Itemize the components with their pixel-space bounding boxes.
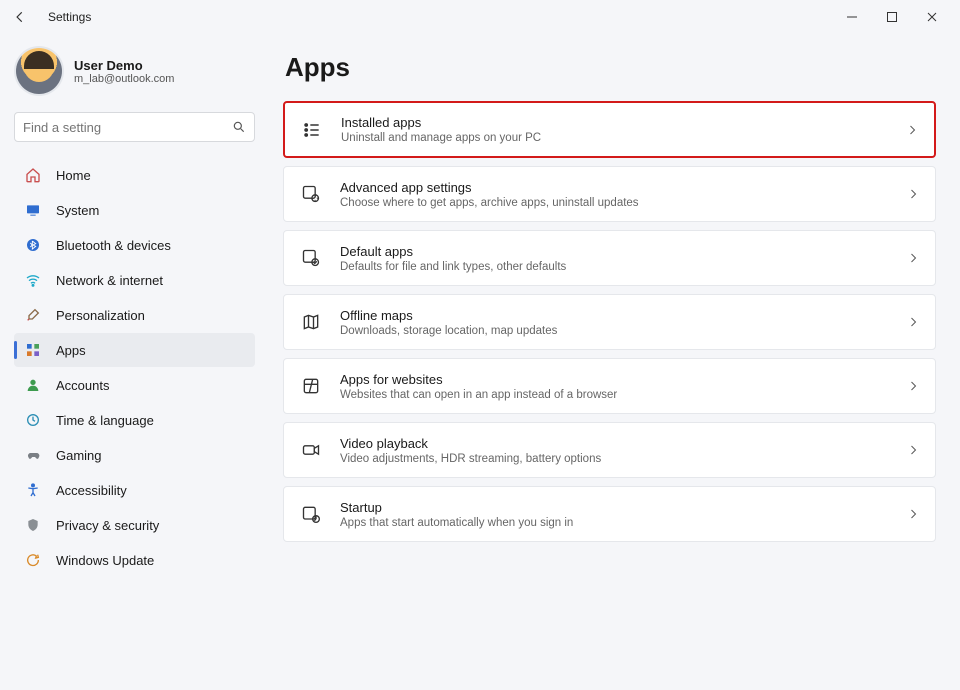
sidebar-item-gaming[interactable]: Gaming [14, 438, 255, 472]
card-default-apps[interactable]: Default apps Defaults for file and link … [283, 230, 936, 286]
user-email: m_lab@outlook.com [74, 73, 174, 85]
sidebar-item-privacy[interactable]: Privacy & security [14, 508, 255, 542]
card-subtitle: Websites that can open in an app instead… [340, 389, 617, 401]
chevron-right-icon [907, 508, 919, 520]
sidebar-item-accounts[interactable]: Accounts [14, 368, 255, 402]
globe-clock-icon [24, 411, 42, 429]
chevron-right-icon [907, 316, 919, 328]
card-subtitle: Downloads, storage location, map updates [340, 325, 557, 337]
user-profile[interactable]: User Demo m_lab@outlook.com [16, 48, 255, 94]
home-icon [24, 166, 42, 184]
card-title: Video playback [340, 436, 601, 451]
sidebar-item-label: Accessibility [56, 483, 127, 498]
minimize-button[interactable] [832, 3, 872, 31]
card-title: Installed apps [341, 115, 541, 130]
default-app-icon [300, 247, 322, 269]
gear-app-icon [300, 183, 322, 205]
sidebar-item-personalization[interactable]: Personalization [14, 298, 255, 332]
sidebar-item-label: Bluetooth & devices [56, 238, 171, 253]
sidebar-item-apps[interactable]: Apps [14, 333, 255, 367]
accessibility-icon [24, 481, 42, 499]
settings-cards: Installed apps Uninstall and manage apps… [283, 101, 936, 542]
sidebar-item-label: Time & language [56, 413, 154, 428]
user-name: User Demo [74, 58, 174, 73]
gamepad-icon [24, 446, 42, 464]
card-advanced-app-settings[interactable]: Advanced app settings Choose where to ge… [283, 166, 936, 222]
chevron-right-icon [907, 252, 919, 264]
sidebar-item-label: Network & internet [56, 273, 163, 288]
sidebar-item-label: Personalization [56, 308, 145, 323]
wifi-icon [24, 271, 42, 289]
shield-icon [24, 516, 42, 534]
sidebar-item-time[interactable]: Time & language [14, 403, 255, 437]
startup-icon [300, 503, 322, 525]
card-video-playback[interactable]: Video playback Video adjustments, HDR st… [283, 422, 936, 478]
back-button[interactable] [8, 5, 32, 29]
sidebar-item-label: Home [56, 168, 91, 183]
maximize-button[interactable] [872, 3, 912, 31]
sidebar-item-label: System [56, 203, 99, 218]
sidebar-item-home[interactable]: Home [14, 158, 255, 192]
sidebar-item-system[interactable]: System [14, 193, 255, 227]
card-subtitle: Uninstall and manage apps on your PC [341, 132, 541, 144]
card-apps-for-websites[interactable]: Apps for websites Websites that can open… [283, 358, 936, 414]
card-subtitle: Video adjustments, HDR streaming, batter… [340, 453, 601, 465]
page-title: Apps [285, 52, 936, 83]
sidebar-item-accessibility[interactable]: Accessibility [14, 473, 255, 507]
apps-icon [24, 341, 42, 359]
sidebar: User Demo m_lab@outlook.com Home System … [0, 34, 265, 690]
sidebar-item-label: Apps [56, 343, 86, 358]
card-subtitle: Choose where to get apps, archive apps, … [340, 197, 639, 209]
close-button[interactable] [912, 3, 952, 31]
person-icon [24, 376, 42, 394]
sidebar-nav: Home System Bluetooth & devices Network … [14, 158, 255, 577]
search-icon [232, 120, 246, 134]
sidebar-item-label: Windows Update [56, 553, 154, 568]
window-title: Settings [48, 10, 91, 24]
chevron-right-icon [907, 380, 919, 392]
card-title: Offline maps [340, 308, 557, 323]
card-title: Startup [340, 500, 573, 515]
system-icon [24, 201, 42, 219]
content-area: Apps Installed apps Uninstall and manage… [265, 34, 960, 690]
sidebar-item-update[interactable]: Windows Update [14, 543, 255, 577]
search-box[interactable] [14, 112, 255, 142]
card-installed-apps[interactable]: Installed apps Uninstall and manage apps… [283, 101, 936, 158]
bluetooth-icon [24, 236, 42, 254]
card-offline-maps[interactable]: Offline maps Downloads, storage location… [283, 294, 936, 350]
card-subtitle: Defaults for file and link types, other … [340, 261, 566, 273]
card-startup[interactable]: Startup Apps that start automatically wh… [283, 486, 936, 542]
map-icon [300, 311, 322, 333]
card-title: Advanced app settings [340, 180, 639, 195]
avatar [16, 48, 62, 94]
sidebar-item-label: Privacy & security [56, 518, 159, 533]
sidebar-item-network[interactable]: Network & internet [14, 263, 255, 297]
website-app-icon [300, 375, 322, 397]
sidebar-item-label: Gaming [56, 448, 102, 463]
sidebar-item-bluetooth[interactable]: Bluetooth & devices [14, 228, 255, 262]
video-icon [300, 439, 322, 461]
card-subtitle: Apps that start automatically when you s… [340, 517, 573, 529]
paintbrush-icon [24, 306, 42, 324]
sidebar-item-label: Accounts [56, 378, 109, 393]
chevron-right-icon [906, 124, 918, 136]
chevron-right-icon [907, 188, 919, 200]
update-icon [24, 551, 42, 569]
card-title: Default apps [340, 244, 566, 259]
chevron-right-icon [907, 444, 919, 456]
card-title: Apps for websites [340, 372, 617, 387]
list-icon [301, 119, 323, 141]
search-input[interactable] [23, 120, 232, 135]
titlebar: Settings [0, 0, 960, 34]
